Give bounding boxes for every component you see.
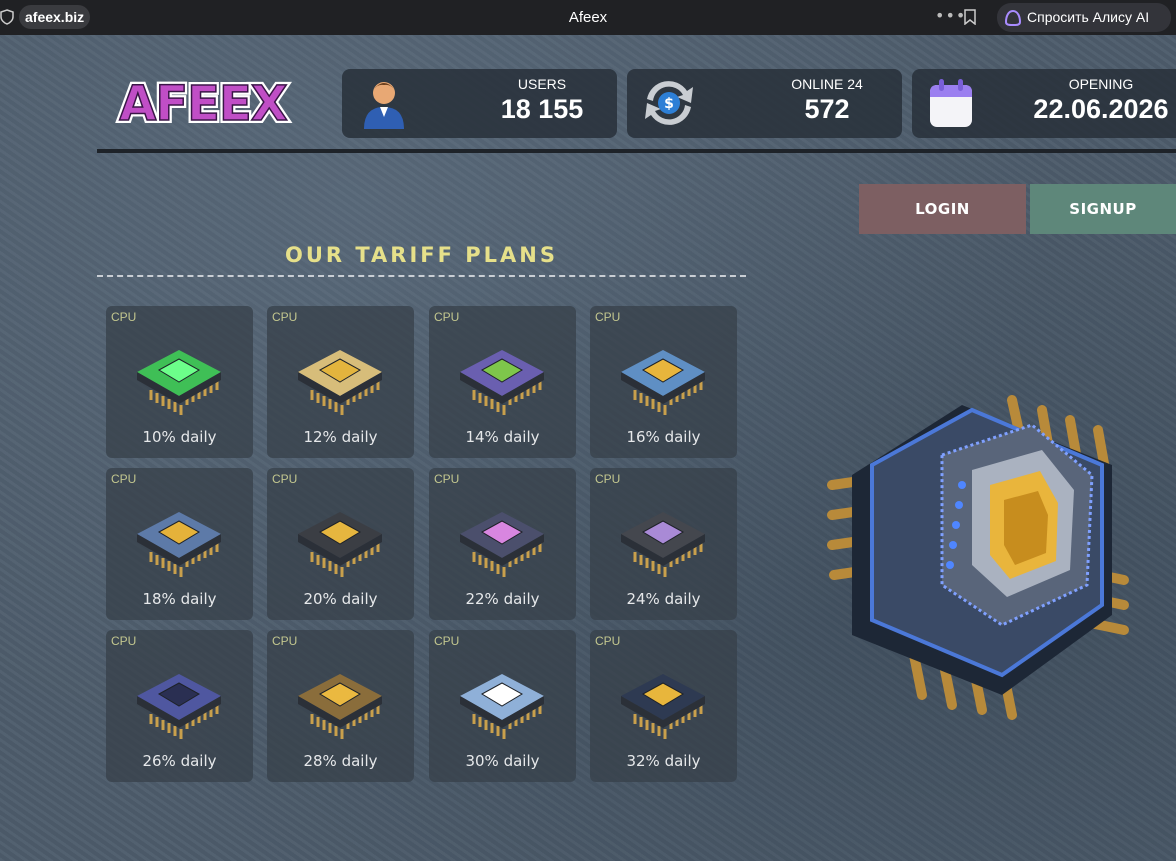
stat-label: ONLINE 24 (791, 76, 863, 92)
plan-card[interactable]: CPU 20% daily (267, 468, 414, 620)
cpu-chip-icon (613, 646, 713, 750)
plan-rate: 32% daily (626, 752, 701, 770)
plan-card[interactable]: CPU 26% daily (106, 630, 253, 782)
cpu-chip-icon (452, 646, 552, 750)
section-title: OUR TARIFF PLANS (284, 243, 559, 267)
plan-rate: 12% daily (303, 428, 378, 446)
cpu-chip-icon (452, 322, 552, 426)
cpu-chip-icon (129, 646, 229, 750)
more-icon[interactable]: ••• (935, 6, 966, 25)
plan-rate: 24% daily (626, 590, 701, 608)
plan-card[interactable]: CPU 28% daily (267, 630, 414, 782)
plan-rate: 22% daily (465, 590, 540, 608)
browser-toolbar: afeex.biz Afeex ••• Спросить Алису AI (0, 0, 1176, 35)
cpu-chip-icon (129, 322, 229, 426)
cpu-chip-icon (290, 484, 390, 588)
plan-rate: 30% daily (465, 752, 540, 770)
svg-text:AFEEX: AFEEX (119, 76, 288, 132)
user-icon (356, 75, 412, 135)
alice-icon (1004, 9, 1022, 27)
plan-card[interactable]: CPU 12% daily (267, 306, 414, 458)
svg-text:$: $ (664, 96, 674, 112)
bookmark-icon[interactable] (964, 9, 976, 29)
ask-alice-button[interactable]: Спросить Алису AI (997, 3, 1171, 32)
stat-online: $ ONLINE 24 572 (627, 69, 902, 138)
cpu-chip-icon (290, 322, 390, 426)
site-logo[interactable]: AFEEX AFEEX (110, 70, 296, 138)
stat-label: OPENING (1068, 76, 1134, 92)
plan-rate: 26% daily (142, 752, 217, 770)
stat-opening: OPENING 22.06.2026 (912, 69, 1176, 138)
stat-value: 572 (804, 94, 850, 124)
cpu-chip-icon (452, 484, 552, 588)
plan-rate: 20% daily (303, 590, 378, 608)
stat-value: 22.06.2026 (1033, 94, 1169, 124)
plan-rate: 16% daily (626, 428, 701, 446)
cpu-chip-icon (129, 484, 229, 588)
login-button[interactable]: LOGIN (859, 184, 1026, 234)
signup-button[interactable]: SIGNUP (1030, 184, 1176, 234)
header-divider (97, 149, 1176, 153)
ask-alice-label: Спросить Алису AI (1027, 9, 1150, 25)
plan-card[interactable]: CPU 30% daily (429, 630, 576, 782)
plan-card[interactable]: CPU 32% daily (590, 630, 737, 782)
stat-users: USERS 18 155 (342, 69, 617, 138)
exchange-icon: $ (641, 75, 697, 135)
plan-card[interactable]: CPU 14% daily (429, 306, 576, 458)
page: AFEEX AFEEX USERS 18 155 $ ONLINE 24 572… (0, 35, 1176, 861)
plan-rate: 10% daily (142, 428, 217, 446)
plan-rate: 18% daily (142, 590, 217, 608)
cpu-chip-icon (613, 322, 713, 426)
plan-card[interactable]: CPU 22% daily (429, 468, 576, 620)
plan-rate: 14% daily (465, 428, 540, 446)
cpu-illustration (812, 365, 1142, 729)
plan-card[interactable]: CPU 18% daily (106, 468, 253, 620)
plan-card[interactable]: CPU 16% daily (590, 306, 737, 458)
plan-card[interactable]: CPU 24% daily (590, 468, 737, 620)
stat-label: USERS (517, 76, 567, 92)
stat-value: 18 155 (500, 94, 584, 124)
calendar-icon (926, 75, 976, 135)
cpu-chip-icon (613, 484, 713, 588)
dashed-divider (97, 275, 746, 277)
plan-rate: 28% daily (303, 752, 378, 770)
plan-card[interactable]: CPU 10% daily (106, 306, 253, 458)
cpu-chip-icon (290, 646, 390, 750)
